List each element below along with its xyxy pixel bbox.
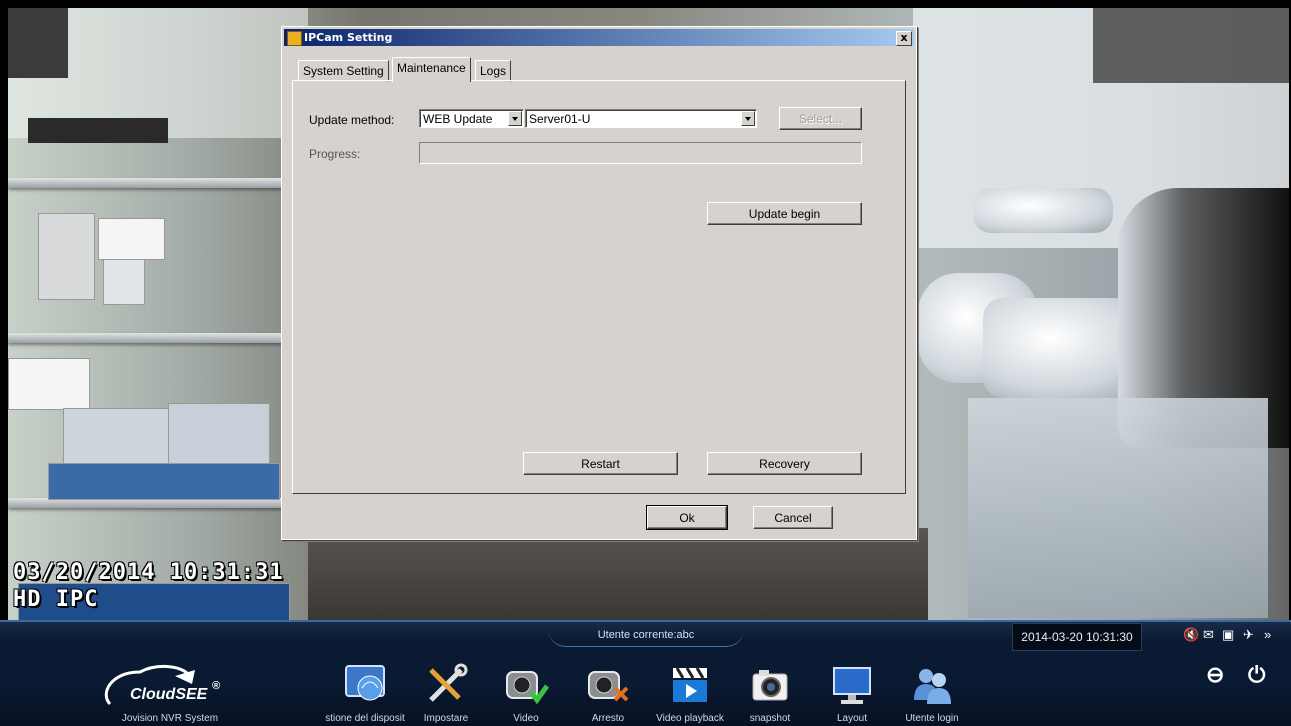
- video-stop-icon: [585, 662, 631, 708]
- restart-button[interactable]: Restart: [523, 452, 678, 475]
- video-start-icon: [503, 662, 550, 708]
- update-method-select[interactable]: WEB Update: [419, 109, 524, 128]
- settings-tools-icon: [423, 662, 469, 708]
- mute-icon[interactable]: 🔇: [1183, 627, 1199, 643]
- video-button[interactable]: Video: [486, 662, 566, 724]
- taskbar-divider: [0, 620, 1291, 622]
- progress-bar: [419, 142, 862, 164]
- current-user: Utente corrente:abc: [548, 624, 744, 647]
- osd-datetime: 03/20/2014 10:31:31: [13, 560, 284, 585]
- power-button[interactable]: ⏻: [1248, 662, 1265, 688]
- update-begin-button[interactable]: Update begin: [707, 202, 862, 225]
- osd-label: HD IPC: [13, 587, 99, 612]
- app-icon: [287, 31, 302, 46]
- tab-logs[interactable]: Logs: [475, 60, 512, 82]
- brand-caption: Jovision NVR System: [121, 713, 219, 724]
- ok-button[interactable]: Ok: [646, 505, 728, 530]
- device-management-icon: [342, 662, 388, 708]
- dialog-title: IPCam Setting: [304, 31, 393, 44]
- chevron-down-icon[interactable]: »: [1264, 627, 1271, 642]
- logo-text: CloudSEE: [130, 686, 208, 703]
- ipcam-setting-dialog: IPCam Setting x System Setting Maintenan…: [281, 26, 917, 540]
- tab-maintenance[interactable]: Maintenance: [392, 57, 471, 82]
- device-management-button[interactable]: stione del disposit: [325, 662, 405, 724]
- mail-icon[interactable]: ✉: [1203, 627, 1214, 643]
- settings-button[interactable]: Impostare: [406, 662, 486, 724]
- taskbar: Utente corrente:abc 2014-03-20 10:31:30 …: [0, 620, 1291, 726]
- playback-icon: [667, 662, 713, 708]
- snapshot-icon: [747, 662, 793, 708]
- dialog-titlebar[interactable]: IPCam Setting x: [284, 29, 914, 46]
- cloudsee-logo: CloudSEE ®: [100, 664, 240, 710]
- user-login-icon: [909, 662, 955, 708]
- server-value: Server01-U: [529, 112, 591, 126]
- update-method-label: Update method:: [309, 113, 395, 127]
- close-button[interactable]: x: [896, 31, 912, 46]
- maintenance-panel: Update method: WEB Update Server01-U Sel…: [292, 80, 906, 494]
- user-login-button[interactable]: Utente login: [892, 662, 972, 724]
- stop-button[interactable]: Arresto: [568, 662, 648, 724]
- minimize-button[interactable]: ⊖: [1206, 662, 1224, 688]
- monitor-icon[interactable]: ▣: [1222, 627, 1234, 643]
- snapshot-button[interactable]: snapshot: [730, 662, 810, 724]
- chevron-down-icon[interactable]: [741, 111, 755, 126]
- tab-system-setting[interactable]: System Setting: [298, 60, 389, 82]
- progress-label: Progress:: [309, 147, 361, 161]
- update-method-value: WEB Update: [423, 112, 493, 126]
- server-select[interactable]: Server01-U: [525, 109, 757, 128]
- recovery-button[interactable]: Recovery: [707, 452, 862, 475]
- pin-icon[interactable]: ✈: [1243, 627, 1254, 643]
- logo-registered: ®: [212, 680, 221, 692]
- clock: 2014-03-20 10:31:30: [1012, 623, 1142, 651]
- layout-button[interactable]: Layout: [812, 662, 892, 724]
- layout-icon: [829, 662, 875, 708]
- user-login-label: Utente login: [905, 713, 959, 724]
- chevron-down-icon[interactable]: [508, 111, 522, 126]
- select-button[interactable]: Select...: [779, 107, 862, 130]
- video-playback-button[interactable]: Video playback: [650, 662, 730, 724]
- cancel-button[interactable]: Cancel: [753, 506, 833, 529]
